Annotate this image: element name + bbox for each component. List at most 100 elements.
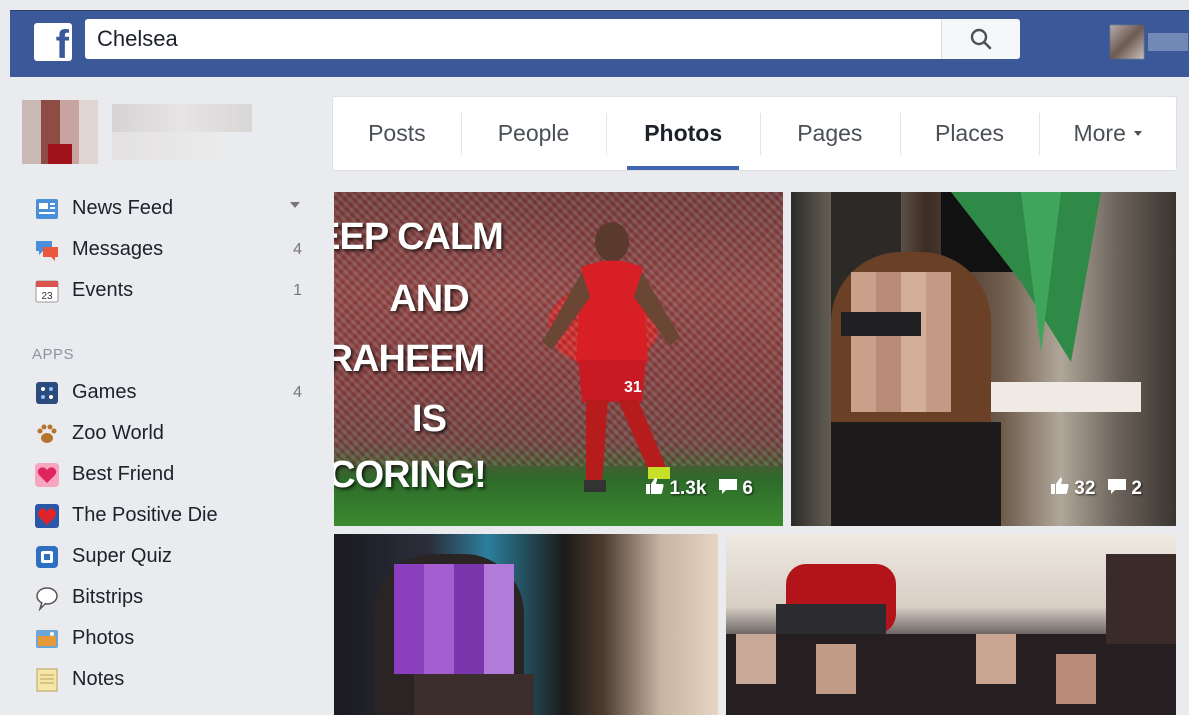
dark-top [831,422,1001,526]
sidebar-item-label: Zoo World [72,422,164,444]
sidebar-item-label: Messages [72,238,164,260]
sidebar-item-games[interactable]: Games 4 [22,372,312,413]
sidebar-item-count: 4 [293,383,302,401]
blurred-face [394,564,514,674]
sidebar-item-label: News Feed [72,197,174,219]
phone-hand [414,674,534,715]
photo-result-2[interactable]: 32 2 [791,192,1176,526]
sidebar-item-label: Events [72,279,134,301]
photo-1-like-count: 1.3k [669,478,707,499]
tab-label: Pages [797,120,863,146]
sidebar-item-label: Super Quiz [72,545,173,567]
keep-calm-text: EEP CALM AND RAHEEM IS CORING! [334,192,524,502]
photo-result-3[interactable] [334,534,718,715]
crowd-group [726,634,1176,715]
tab-photos[interactable]: Photos [606,97,760,170]
profile-name-blurred-line-2 [112,132,220,160]
apps-section-title: APPS [32,346,75,363]
photo-result-1[interactable]: 31 EEP CALM AND RAHEEM IS CORING! 1.3k 6 [334,192,783,526]
search-results-tabs: Posts People Photos Pages Places More [332,96,1177,171]
sidebar-item-bitstrips[interactable]: Bitstrips [22,577,312,618]
keep-calm-line-1: EEP CALM [334,216,504,258]
facebook-logo-letter: f [55,23,69,67]
speech-bubble-icon [34,585,60,611]
sidebar-item-events[interactable]: 23 Events 1 [22,270,312,311]
table [991,382,1141,412]
sidebar-item-messages[interactable]: Messages 4 [22,229,312,270]
user-avatar[interactable] [1110,25,1144,59]
sidebar-item-best-friend[interactable]: Best Friend [22,454,312,495]
blurred-face [736,634,776,684]
tab-label: Posts [368,120,426,146]
notes-icon [34,667,60,693]
tab-places[interactable]: Places [899,97,1040,170]
comment-icon [718,476,738,502]
sidebar-item-the-positive-die[interactable]: The Positive Die [22,495,312,536]
events-icon: 23 [34,278,60,304]
positive-die-icon [34,503,60,529]
search-icon [970,28,992,50]
sidebar-item-super-quiz[interactable]: Super Quiz [22,536,312,577]
sidebar-item-label: Games [72,381,137,403]
chevron-down-icon [1133,131,1142,136]
blurred-face [976,634,1016,684]
svg-text:31: 31 [624,379,642,396]
photo-2-like-count: 32 [1074,478,1096,499]
dark-poster [1106,554,1176,644]
tab-people[interactable]: People [460,97,607,170]
photo-1-stats: 1.3k 6 [645,476,753,502]
sidebar-item-news-feed[interactable]: News Feed [22,188,312,229]
profile-picture[interactable] [22,100,98,164]
keep-calm-line-2: AND [389,278,469,320]
tab-label: Photos [644,120,723,146]
photo-2-comment-count: 2 [1131,478,1142,499]
games-icon [34,380,60,406]
tab-pages[interactable]: Pages [760,97,900,170]
search-input[interactable] [85,19,969,59]
search-button[interactable] [941,19,1020,59]
sunglasses [841,312,921,336]
sidebar-item-notes[interactable]: Notes [22,659,312,700]
tab-label: People [497,120,570,146]
sidebar-item-label: Photos [72,627,135,649]
search-box [85,19,1020,59]
keep-calm-line-4: IS [412,398,447,440]
photo-1-comment-count: 6 [742,478,753,499]
photos-icon [34,626,60,652]
sidebar-item-label: The Positive Die [72,504,218,526]
thumbs-up-icon [645,476,665,502]
keep-calm-line-3: RAHEEM [334,338,485,380]
keep-calm-line-5: CORING! [334,454,487,496]
sidebar-item-photos[interactable]: Photos [22,618,312,659]
sidebar-item-label: Notes [72,668,125,690]
messages-icon [34,237,60,263]
super-quiz-icon [34,544,60,570]
sidebar-item-label: Bitstrips [72,586,144,608]
footballer-figure: 31 [542,222,680,492]
sidebar-item-count: 4 [293,240,302,258]
profile-name-blurred[interactable] [112,104,252,132]
thumbs-up-icon [1050,476,1070,502]
svg-text:23: 23 [41,291,53,302]
comment-icon [1107,476,1127,502]
tab-label: Places [934,120,1005,146]
heart-icon [34,462,60,488]
photo-result-4[interactable] [726,534,1176,715]
paw-icon [34,421,60,447]
news-feed-icon [34,196,60,222]
sidebar-item-count: 1 [293,281,302,299]
photo-2-stats: 32 2 [1050,476,1142,502]
blurred-face [1056,654,1096,704]
chevron-down-icon[interactable] [290,202,300,208]
sidebar-item-zoo-world[interactable]: Zoo World [22,413,312,454]
facebook-logo-icon[interactable]: f [34,23,72,65]
tab-more[interactable]: More [1039,97,1176,170]
top-bar: f [10,10,1189,77]
user-name-blurred[interactable] [1148,33,1188,51]
tab-posts[interactable]: Posts [333,97,461,170]
sidebar-apps: Games 4 Zoo World Best Friend The Positive D… [22,372,312,700]
sidebar-item-label: Best Friend [72,463,175,485]
blurred-face [816,644,856,694]
sidebar-favorites: News Feed Messages 4 23 Events 1 [22,188,312,311]
tab-label: More [1073,120,1126,146]
